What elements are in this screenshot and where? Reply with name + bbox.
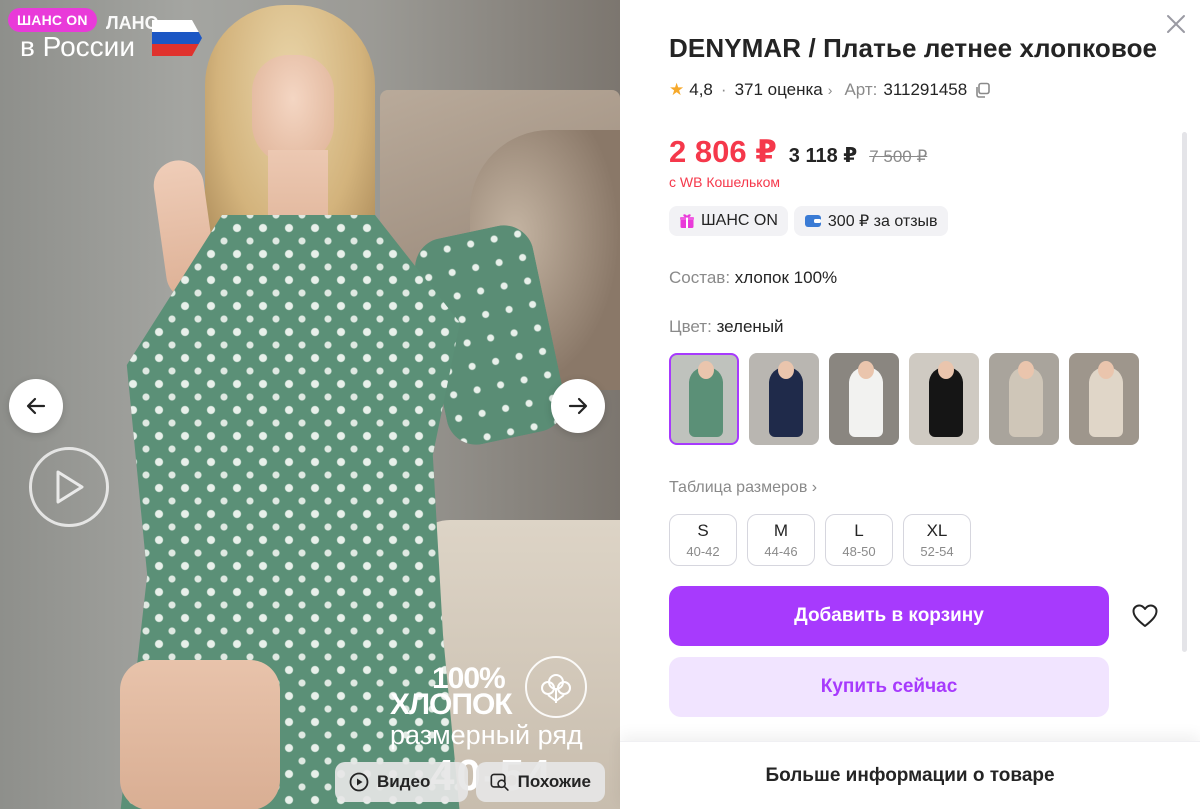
swatch-white[interactable]: [829, 353, 899, 445]
size-table-link[interactable]: Таблица размеров ›: [669, 479, 817, 497]
gallery-prev-button[interactable]: [9, 379, 63, 433]
close-button[interactable]: [1162, 10, 1190, 38]
color: Цвет: зеленый: [669, 317, 784, 337]
chevron-right-icon: ›: [811, 479, 818, 496]
wallet-note[interactable]: с WB Кошельком: [669, 174, 780, 190]
price-old: 7 500 ₽: [869, 147, 928, 166]
article-number: 311291458: [883, 80, 968, 99]
article-label: Арт:: [844, 80, 878, 99]
russia-flag-icon: [152, 20, 202, 56]
wallet-icon: [804, 215, 821, 227]
add-to-cart-button[interactable]: Добавить в корзину: [669, 586, 1109, 646]
product-info-panel: DENYMAR / Платье летнее хлопковое ★ 4,8 …: [620, 0, 1200, 809]
size-range: 48-50: [842, 544, 876, 559]
review-bonus-tag[interactable]: 300 ₽ за отзыв: [793, 206, 948, 236]
color-value: зеленый: [716, 317, 784, 336]
price-wallet: 2 806 ₽: [669, 134, 777, 169]
product-title: DENYMAR / Платье летнее хлопковое: [669, 33, 1158, 63]
close-icon: [1167, 15, 1185, 33]
model-face: [252, 55, 334, 165]
size-range: 52-54: [920, 544, 954, 559]
swatch-milk[interactable]: [1069, 353, 1139, 445]
color-label: Цвет:: [669, 317, 712, 336]
video-button[interactable]: Видео: [335, 762, 468, 802]
model-legs: [120, 660, 280, 809]
review-bonus-label: 300 ₽ за отзыв: [827, 213, 938, 230]
reviews-link[interactable]: 371 оценка: [735, 80, 823, 100]
image-search-icon: [490, 773, 509, 791]
swatch-green[interactable]: [669, 353, 739, 445]
size-name: L: [854, 521, 864, 540]
size-range: 40-42: [686, 544, 720, 559]
rating-value: 4,8: [689, 80, 713, 99]
scrollbar[interactable]: [1182, 132, 1187, 652]
promo-size-range-label: размерный ряд: [390, 720, 583, 750]
copy-icon[interactable]: [974, 82, 991, 99]
gallery-next-button[interactable]: [551, 379, 605, 433]
price-row: 2 806 ₽ 3 118 ₽ 7 500 ₽: [669, 134, 927, 170]
size-selector: S 40-42 M 44-46 L 48-50 XL 52-54: [669, 514, 971, 566]
play-circle-icon: [349, 772, 369, 792]
rating-row: ★ 4,8 · 371 оценка › Арт: 311291458: [669, 80, 991, 100]
swatch-navy[interactable]: [749, 353, 819, 445]
cotton-icon: [525, 656, 587, 718]
gift-icon: [680, 214, 694, 228]
price-regular: 3 118 ₽: [788, 145, 858, 167]
size-option-s[interactable]: S 40-42: [669, 514, 737, 566]
arrow-right-icon: [568, 397, 588, 415]
heart-icon: [1132, 604, 1158, 627]
star-icon: ★: [669, 80, 685, 99]
tags-row: ШАНС ON 300 ₽ за отзыв: [669, 206, 948, 236]
similar-button[interactable]: Похожие: [476, 762, 605, 802]
chance-on-badge: ШАНС ON: [8, 8, 97, 32]
size-option-l[interactable]: L 48-50: [825, 514, 893, 566]
arrow-left-icon: [26, 397, 46, 415]
swatch-black[interactable]: [909, 353, 979, 445]
buy-now-button[interactable]: Купить сейчас: [669, 657, 1109, 717]
chance-on-tag[interactable]: ШАНС ON: [669, 206, 788, 236]
composition-value: хлопок 100%: [734, 268, 838, 287]
size-range: 44-46: [764, 544, 798, 559]
promo-material: ХЛОПОК: [390, 688, 513, 721]
video-button-label: Видео: [377, 772, 431, 791]
more-info-button[interactable]: Больше информации о товаре: [620, 741, 1200, 809]
chevron-right-icon: ›: [827, 82, 833, 98]
swatch-beige[interactable]: [989, 353, 1059, 445]
color-swatches: [669, 353, 1139, 445]
chance-on-tag-label: ШАНС ON: [701, 212, 778, 229]
size-table-label: Таблица размеров: [669, 479, 808, 496]
composition: Состав: хлопок 100%: [669, 268, 837, 288]
size-option-m[interactable]: M 44-46: [747, 514, 815, 566]
product-gallery[interactable]: ШАНС ON ЛАНО в России 100% ХЛОПОК размер…: [0, 0, 620, 809]
size-option-xl[interactable]: XL 52-54: [903, 514, 971, 566]
similar-button-label: Похожие: [517, 772, 591, 791]
favorite-button[interactable]: [1130, 601, 1160, 631]
made-in-line2: в России: [20, 31, 135, 62]
size-name: XL: [926, 521, 948, 540]
separator-dot: ·: [720, 80, 727, 99]
play-icon: [56, 470, 84, 504]
size-name: M: [773, 521, 789, 540]
composition-label: Состав:: [669, 268, 731, 287]
play-video-button[interactable]: [29, 447, 109, 527]
size-name: S: [697, 521, 709, 540]
